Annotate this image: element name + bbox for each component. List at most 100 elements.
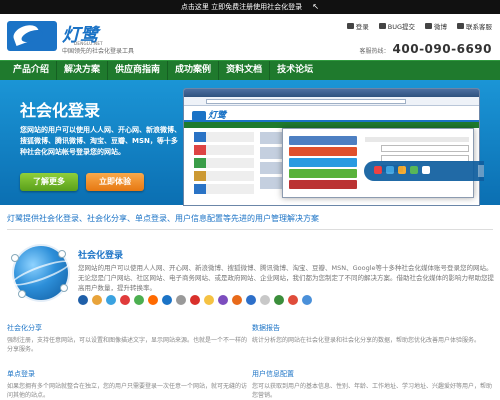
social-login-title[interactable]: 社会化登录 [78, 248, 123, 261]
mock-social-button [289, 169, 357, 178]
mock-sidebar-row [194, 145, 254, 155]
social-platform-icon[interactable] [78, 295, 88, 305]
weibo-icon [425, 23, 432, 29]
mock-sidebar-row [194, 132, 254, 142]
social-platform-icon[interactable] [246, 295, 256, 305]
mock-social-buttons [289, 136, 357, 191]
bug-icon [378, 23, 386, 29]
feature-title[interactable]: 单点登录 [7, 369, 247, 379]
social-platform-icon[interactable] [204, 295, 214, 305]
bug-link-label: BUG提交 [387, 23, 415, 31]
chat-icon [457, 23, 464, 29]
mock-social-button [289, 180, 357, 189]
login-link-label: 登录 [355, 23, 369, 31]
globe-node [11, 254, 19, 262]
mock-form-input [381, 145, 469, 152]
bug-link[interactable]: BUG提交 [378, 21, 415, 31]
social-platform-icon[interactable] [190, 295, 200, 305]
weibo-icon [374, 166, 382, 174]
social-platform-icons [78, 295, 312, 305]
nav-item-solutions[interactable]: 解决方案 [57, 61, 109, 81]
social-platform-icon[interactable] [260, 295, 270, 305]
feature-title[interactable]: 数据报告 [252, 323, 492, 333]
hero-title: 社会化登录 [20, 101, 101, 120]
feature-description: 强制注册，支持任意网站，可以设置和图像描述文字，显示网站来源。也就是一个不一样的… [7, 337, 248, 353]
user-icon [346, 23, 354, 29]
section-title: 灯鹭提供社会化登录、社会化分享、单点登录、用户信息配置等先进的用户管理解决方案 [7, 214, 319, 223]
globe-node [18, 290, 26, 298]
social-platform-icon[interactable] [134, 295, 144, 305]
douban-icon [410, 166, 418, 174]
nav-item-vendor-guide[interactable]: 供应商指南 [108, 61, 169, 81]
hotline-number: 400-090-6690 [392, 42, 492, 56]
social-platform-icon[interactable] [288, 295, 298, 305]
learn-more-button[interactable]: 了解更多 [20, 173, 78, 191]
nav-item-forum[interactable]: 技术论坛 [270, 61, 320, 81]
promo-text[interactable]: 点击这里 立即免费注册使用社会化登录 [181, 3, 302, 11]
mock-share-icons [374, 166, 430, 174]
mock-sidebar [194, 132, 254, 204]
social-platform-icon[interactable] [162, 295, 172, 305]
feature-title[interactable]: 用户信息配置 [252, 369, 492, 379]
social-login-description: 您网站的用户可以使用人人网、开心网、新浪微博、搜狐微博、腾讯微博、淘宝、豆瓣、M… [78, 264, 494, 292]
mock-sidebar-row [194, 171, 254, 181]
globe-node [58, 250, 66, 258]
social-platform-icon[interactable] [106, 295, 116, 305]
mock-logo-text: 灯鹭 [208, 111, 227, 121]
social-platform-icon[interactable] [274, 295, 284, 305]
header: 灯鹭 DENGLU.NET 中国领先的社会化登录工具 登录 BUG提交 微博 联… [0, 14, 500, 60]
mock-address-bar [184, 97, 479, 106]
mock-social-button [289, 136, 357, 145]
divider [7, 229, 493, 230]
hotline: 客服热线： 400-090-6690 [360, 42, 492, 56]
support-link-label: 联系客服 [466, 23, 492, 31]
feature-title[interactable]: 社会化分享 [7, 323, 247, 333]
taobao-icon [398, 166, 406, 174]
mock-share-floater [364, 161, 484, 181]
mock-logo-icon [192, 110, 206, 121]
mock-social-button [289, 158, 357, 167]
mock-window-titlebar [184, 89, 479, 97]
weibo-link-label: 微博 [434, 23, 447, 31]
main-nav: 产品介绍 解决方案 供应商指南 成功案例 资料文档 技术论坛 [0, 60, 500, 81]
support-link[interactable]: 联系客服 [457, 21, 492, 31]
social-platform-icon[interactable] [218, 295, 228, 305]
mock-form-line [365, 137, 469, 142]
nav-item-docs[interactable]: 资料文档 [219, 61, 271, 81]
top-promo-bar[interactable]: 点击这里 立即免费注册使用社会化登录 ↖ [0, 0, 500, 14]
top-links: 登录 BUG提交 微博 联系客服 [346, 21, 492, 31]
hotline-label: 客服热线： [359, 48, 390, 55]
globe-node [60, 284, 68, 292]
collapse-arrow-icon [478, 165, 484, 177]
mock-sidebar-row [194, 158, 254, 168]
social-platform-icon[interactable] [148, 295, 158, 305]
feature-description: 统计分析您的网站在社会化登录和社会化分享的数据，帮助您优化改善用户体验服务。 [252, 337, 481, 344]
feature-description: 如果您拥有多个网站就整合在独立，您的用户只需要登录一次任意一个网站，就可无缝的访… [7, 383, 248, 399]
social-platform-icon[interactable] [92, 295, 102, 305]
nav-item-cases[interactable]: 成功案例 [168, 61, 220, 81]
hero-description: 您网站的用户可以使用人人网、开心网、新浪微博、搜狐微博、腾讯微博、淘宝、豆瓣、M… [20, 126, 181, 156]
logo[interactable] [7, 21, 57, 51]
feature-description: 您可以获取到用户的基本信息、性别、年龄、工作地址、学习地址、兴趣爱好等用户，帮助… [252, 383, 493, 399]
feature-data-report: 数据报告 统计分析您的网站在社会化登录和社会化分享的数据，帮助您优化改善用户体验… [252, 323, 492, 345]
mock-logo: 灯鹭 [192, 108, 226, 121]
social-platform-icon[interactable] [232, 295, 242, 305]
qq-icon [386, 166, 394, 174]
social-platform-icon[interactable] [302, 295, 312, 305]
tagline: 中国领先的社会化登录工具 [62, 48, 135, 55]
mock-social-button [289, 147, 357, 156]
login-link[interactable]: 登录 [346, 21, 369, 31]
social-platform-icon[interactable] [176, 295, 186, 305]
nav-item-product[interactable]: 产品介绍 [6, 61, 58, 81]
try-now-button[interactable]: 立即体验 [86, 173, 144, 191]
social-network-globe-icon [9, 246, 73, 300]
mock-sidebar-row [194, 184, 254, 194]
mock-url-field [206, 99, 406, 104]
feature-single-sign-on: 单点登录 如果您拥有多个网站就整合在独立，您的用户只需要登录一次任意一个网站，就… [7, 369, 247, 400]
weibo-link[interactable]: 微博 [425, 21, 447, 31]
social-platform-icon[interactable] [120, 295, 130, 305]
mock-page-header: 灯鹭 [184, 106, 479, 122]
feature-social-share: 社会化分享 强制注册，支持任意网站，可以设置和图像描述文字，显示网站来源。也就是… [7, 323, 247, 354]
renren-icon [422, 166, 430, 174]
feature-user-profile-config: 用户信息配置 您可以获取到用户的基本信息、性别、年龄、工作地址、学习地址、兴趣爱… [252, 369, 492, 400]
